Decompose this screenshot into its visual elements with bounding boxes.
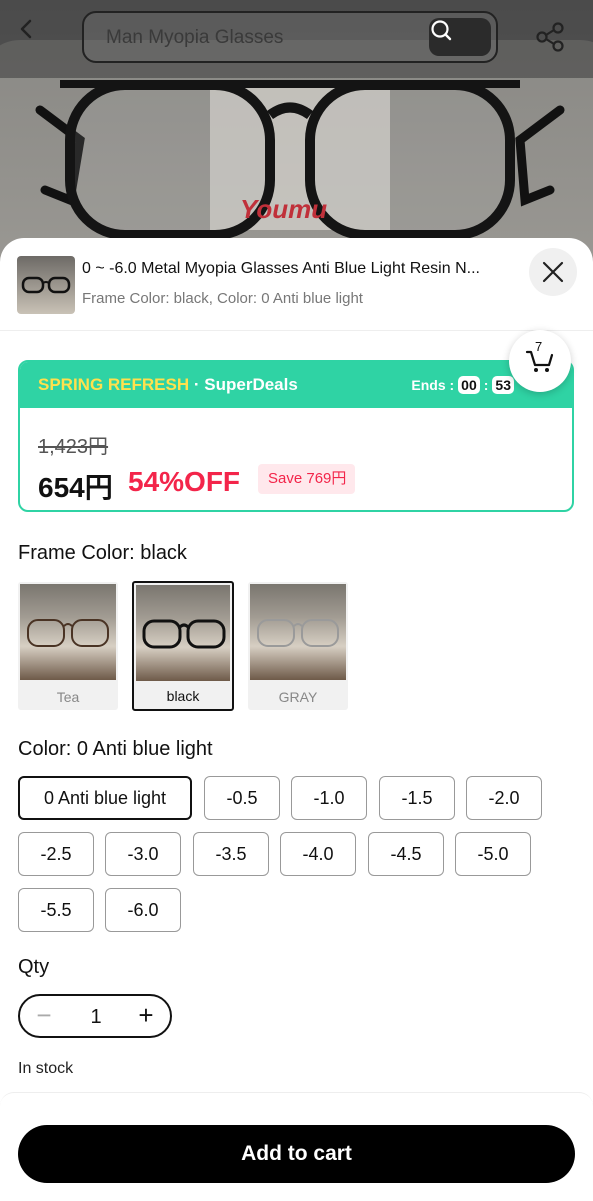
frame-color-options: Tea black GRAY <box>18 581 348 711</box>
cart-button[interactable]: 7 <box>509 330 571 392</box>
color-option-minus-5-5[interactable]: -5.5 <box>18 888 94 932</box>
color-option-minus-5-0[interactable]: -5.0 <box>455 832 531 876</box>
qty-label: Qty <box>18 956 50 978</box>
frame-color-label: Frame Color: black <box>18 542 187 564</box>
search-text: Man Myopia Glasses <box>106 27 284 48</box>
deal-banner: SPRING REFRESH · SuperDeals Ends : 00 : … <box>20 362 572 408</box>
search-icon <box>431 20 452 41</box>
cart-count: 7 <box>535 339 543 354</box>
color-option-minus-6-0[interactable]: -6.0 <box>105 888 181 932</box>
qty-increase-button[interactable]: + <box>132 1001 160 1029</box>
sku-header: 0 ~ -6.0 Metal Myopia Glasses Anti Blue … <box>0 238 593 331</box>
ends-label: Ends : <box>411 377 455 393</box>
search-bar[interactable]: Man Myopia Glasses <box>82 11 498 63</box>
color-option-minus-4-0[interactable]: -4.0 <box>280 832 356 876</box>
frame-swatch-label: Tea <box>56 689 80 705</box>
sku-title: 0 ~ -6.0 Metal Myopia Glasses Anti Blue … <box>82 260 480 277</box>
sku-selector-sheet: 0 ~ -6.0 Metal Myopia Glasses Anti Blue … <box>0 238 593 1201</box>
frame-swatch-tea[interactable]: Tea <box>18 582 118 710</box>
campaign-name: SPRING REFRESH <box>38 375 190 394</box>
discount-percent: 54%OFF <box>128 466 241 497</box>
close-icon <box>542 261 564 283</box>
frame-swatch-black[interactable]: black <box>132 581 234 711</box>
color-option-minus-3-0[interactable]: -3.0 <box>105 832 181 876</box>
sku-selection-summary: Frame Color: black, Color: 0 Anti blue l… <box>82 290 363 307</box>
color-option-minus-4-5[interactable]: -4.5 <box>368 832 444 876</box>
stock-status: In stock <box>18 1060 74 1077</box>
frame-swatch-image <box>20 584 116 680</box>
back-arrow-icon <box>20 19 32 39</box>
color-option-minus-2-0[interactable]: -2.0 <box>466 776 542 820</box>
add-to-cart-button[interactable]: Add to cart <box>18 1125 575 1183</box>
search-button[interactable] <box>429 18 491 56</box>
close-button[interactable] <box>529 248 577 296</box>
frame-swatch-image <box>250 584 346 680</box>
save-amount-badge: Save 769円 <box>258 464 356 494</box>
frame-swatch-label: GRAY <box>278 689 318 705</box>
color-option-0[interactable]: 0 Anti blue light <box>18 776 192 820</box>
deal-countdown: Ends : 00 : 53 <box>411 376 514 394</box>
color-option-minus-1-0[interactable]: -1.0 <box>291 776 367 820</box>
color-option-minus-1-5[interactable]: -1.5 <box>379 776 455 820</box>
original-price: 1,423円 <box>38 436 109 458</box>
qty-decrease-button[interactable]: − <box>30 1002 58 1030</box>
photo-watermark: Youmu <box>240 194 328 224</box>
superdeals-card: SPRING REFRESH · SuperDeals Ends : 00 : … <box>18 360 574 512</box>
color-option-minus-2-5[interactable]: -2.5 <box>18 832 94 876</box>
color-option-minus-0-5[interactable]: -0.5 <box>204 776 280 820</box>
share-button[interactable] <box>533 20 567 54</box>
color-label: Color: 0 Anti blue light <box>18 738 213 760</box>
countdown-minutes: 53 <box>492 376 514 394</box>
back-button[interactable] <box>16 18 62 58</box>
frame-swatch-image <box>136 585 230 681</box>
sheet-footer: Add to cart <box>0 1092 593 1201</box>
frame-swatch-gray[interactable]: GRAY <box>248 582 348 710</box>
sku-thumbnail <box>17 256 75 314</box>
color-option-minus-3-5[interactable]: -3.5 <box>193 832 269 876</box>
sale-price: 654円 <box>38 472 113 503</box>
countdown-hours: 00 <box>458 376 480 394</box>
quantity-stepper: − 1 + <box>18 994 172 1038</box>
share-icon <box>536 22 564 52</box>
frame-swatch-label: black <box>166 688 200 704</box>
program-name: SuperDeals <box>204 375 298 394</box>
qty-value[interactable]: 1 <box>84 1006 108 1029</box>
